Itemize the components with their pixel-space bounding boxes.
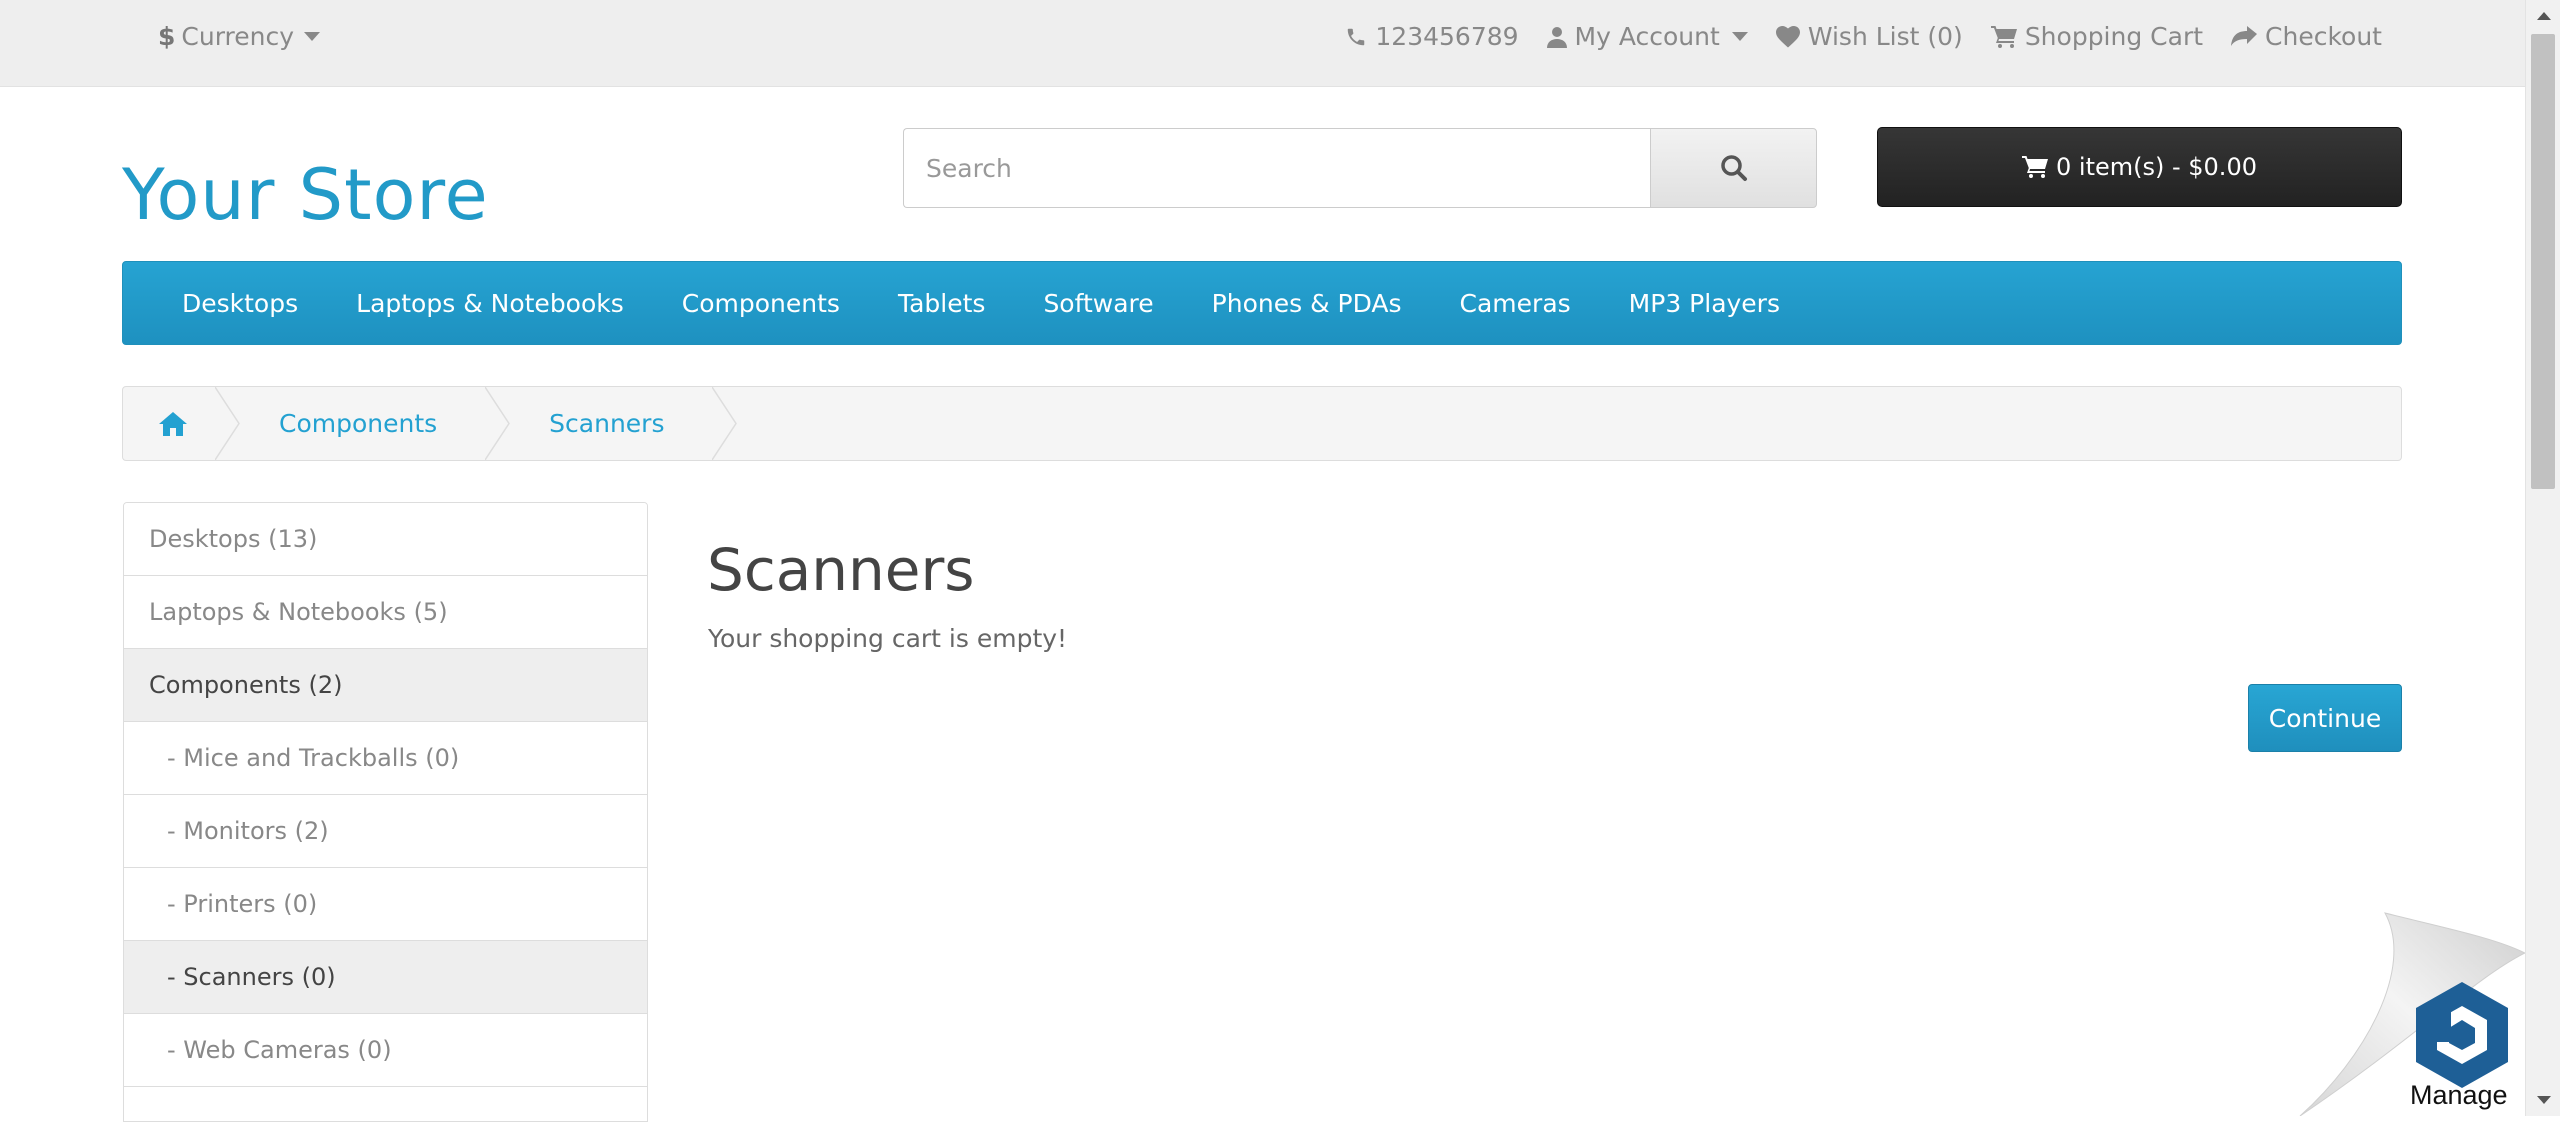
top-bar: $ Currency 123456789 My Account Wish Lis… [0, 0, 2525, 87]
currency-symbol: $ [158, 22, 176, 51]
my-account-label: My Account [1574, 22, 1720, 51]
shopping-cart-icon [1990, 25, 2017, 48]
breadcrumb-item-scanners[interactable]: Scanners [493, 387, 720, 460]
shopping-cart-link[interactable]: Shopping Cart [1990, 22, 2204, 51]
scroll-down-icon[interactable] [2537, 1096, 2551, 1104]
currency-dropdown[interactable]: $ Currency [158, 22, 321, 51]
search-bar [903, 128, 1817, 208]
checkout-link[interactable]: Checkout [2231, 22, 2382, 51]
category-item-web-cameras[interactable]: - Web Cameras (0) [124, 1014, 647, 1087]
user-icon [1546, 26, 1567, 48]
main-menu: Desktops Laptops & Notebooks Components … [122, 261, 2402, 345]
menu-item-tablets[interactable]: Tablets [869, 289, 1014, 318]
category-item-next[interactable] [124, 1087, 647, 1121]
scroll-up-icon[interactable] [2537, 12, 2551, 20]
category-item-scanners[interactable]: - Scanners (0) [124, 941, 647, 1014]
menu-item-laptops-notebooks[interactable]: Laptops & Notebooks [327, 289, 653, 318]
category-item-laptops-notebooks[interactable]: Laptops & Notebooks (5) [124, 576, 647, 649]
menu-item-mp3-players[interactable]: MP3 Players [1600, 289, 1809, 318]
caret-down-icon [304, 32, 321, 41]
category-item-components[interactable]: Components (2) [124, 649, 647, 722]
scroll-thumb[interactable] [2531, 34, 2555, 489]
menu-item-cameras[interactable]: Cameras [1431, 289, 1600, 318]
cart-summary-button[interactable]: 0 item(s) - $0.00 [1877, 127, 2402, 207]
share-arrow-icon [2231, 25, 2258, 46]
wishlist-label: Wish List (0) [1807, 22, 1963, 51]
phone-link[interactable]: 123456789 [1345, 22, 1519, 51]
hexagon-logo-icon [2416, 982, 2508, 1088]
heart-icon [1775, 25, 1800, 47]
page-title: Scanners [707, 536, 975, 604]
menu-item-phones-pdas[interactable]: Phones & PDAs [1183, 289, 1431, 318]
category-item-mice-trackballs[interactable]: - Mice and Trackballs (0) [124, 722, 647, 795]
top-links: 123456789 My Account Wish List (0) Shopp… [1345, 22, 2382, 51]
breadcrumb-home[interactable] [123, 387, 223, 460]
my-account-dropdown[interactable]: My Account [1546, 22, 1748, 51]
breadcrumb: Components Scanners [122, 386, 2402, 461]
store-logo[interactable]: Your Store [122, 160, 489, 230]
breadcrumb-item-components[interactable]: Components [223, 387, 493, 460]
shopping-cart-icon [2022, 156, 2048, 178]
scrollbar[interactable] [2525, 0, 2560, 1116]
search-button[interactable] [1650, 128, 1817, 208]
category-item-desktops[interactable]: Desktops (13) [124, 503, 647, 576]
phone-number: 123456789 [1375, 22, 1519, 51]
checkout-label: Checkout [2265, 22, 2382, 51]
continue-button[interactable]: Continue [2248, 684, 2402, 752]
cart-summary-label: 0 item(s) - $0.00 [2056, 153, 2257, 181]
menu-item-desktops[interactable]: Desktops [153, 289, 327, 318]
caret-down-icon [1731, 32, 1748, 41]
search-icon [1720, 155, 1747, 181]
search-input[interactable] [903, 128, 1650, 208]
shopping-cart-label: Shopping Cart [2024, 22, 2204, 51]
category-item-printers[interactable]: - Printers (0) [124, 868, 647, 941]
category-item-monitors[interactable]: - Monitors (2) [124, 795, 647, 868]
home-icon [159, 411, 187, 436]
manage-label: Manage [2410, 1080, 2508, 1110]
manage-widget[interactable]: Manage [2295, 908, 2525, 1116]
menu-item-software[interactable]: Software [1014, 289, 1182, 318]
wishlist-link[interactable]: Wish List (0) [1775, 22, 1963, 51]
empty-cart-message: Your shopping cart is empty! [708, 624, 1068, 653]
phone-icon [1348, 28, 1365, 45]
category-list: Desktops (13) Laptops & Notebooks (5) Co… [123, 502, 648, 1122]
currency-label: Currency [181, 22, 295, 51]
menu-item-components[interactable]: Components [653, 289, 869, 318]
